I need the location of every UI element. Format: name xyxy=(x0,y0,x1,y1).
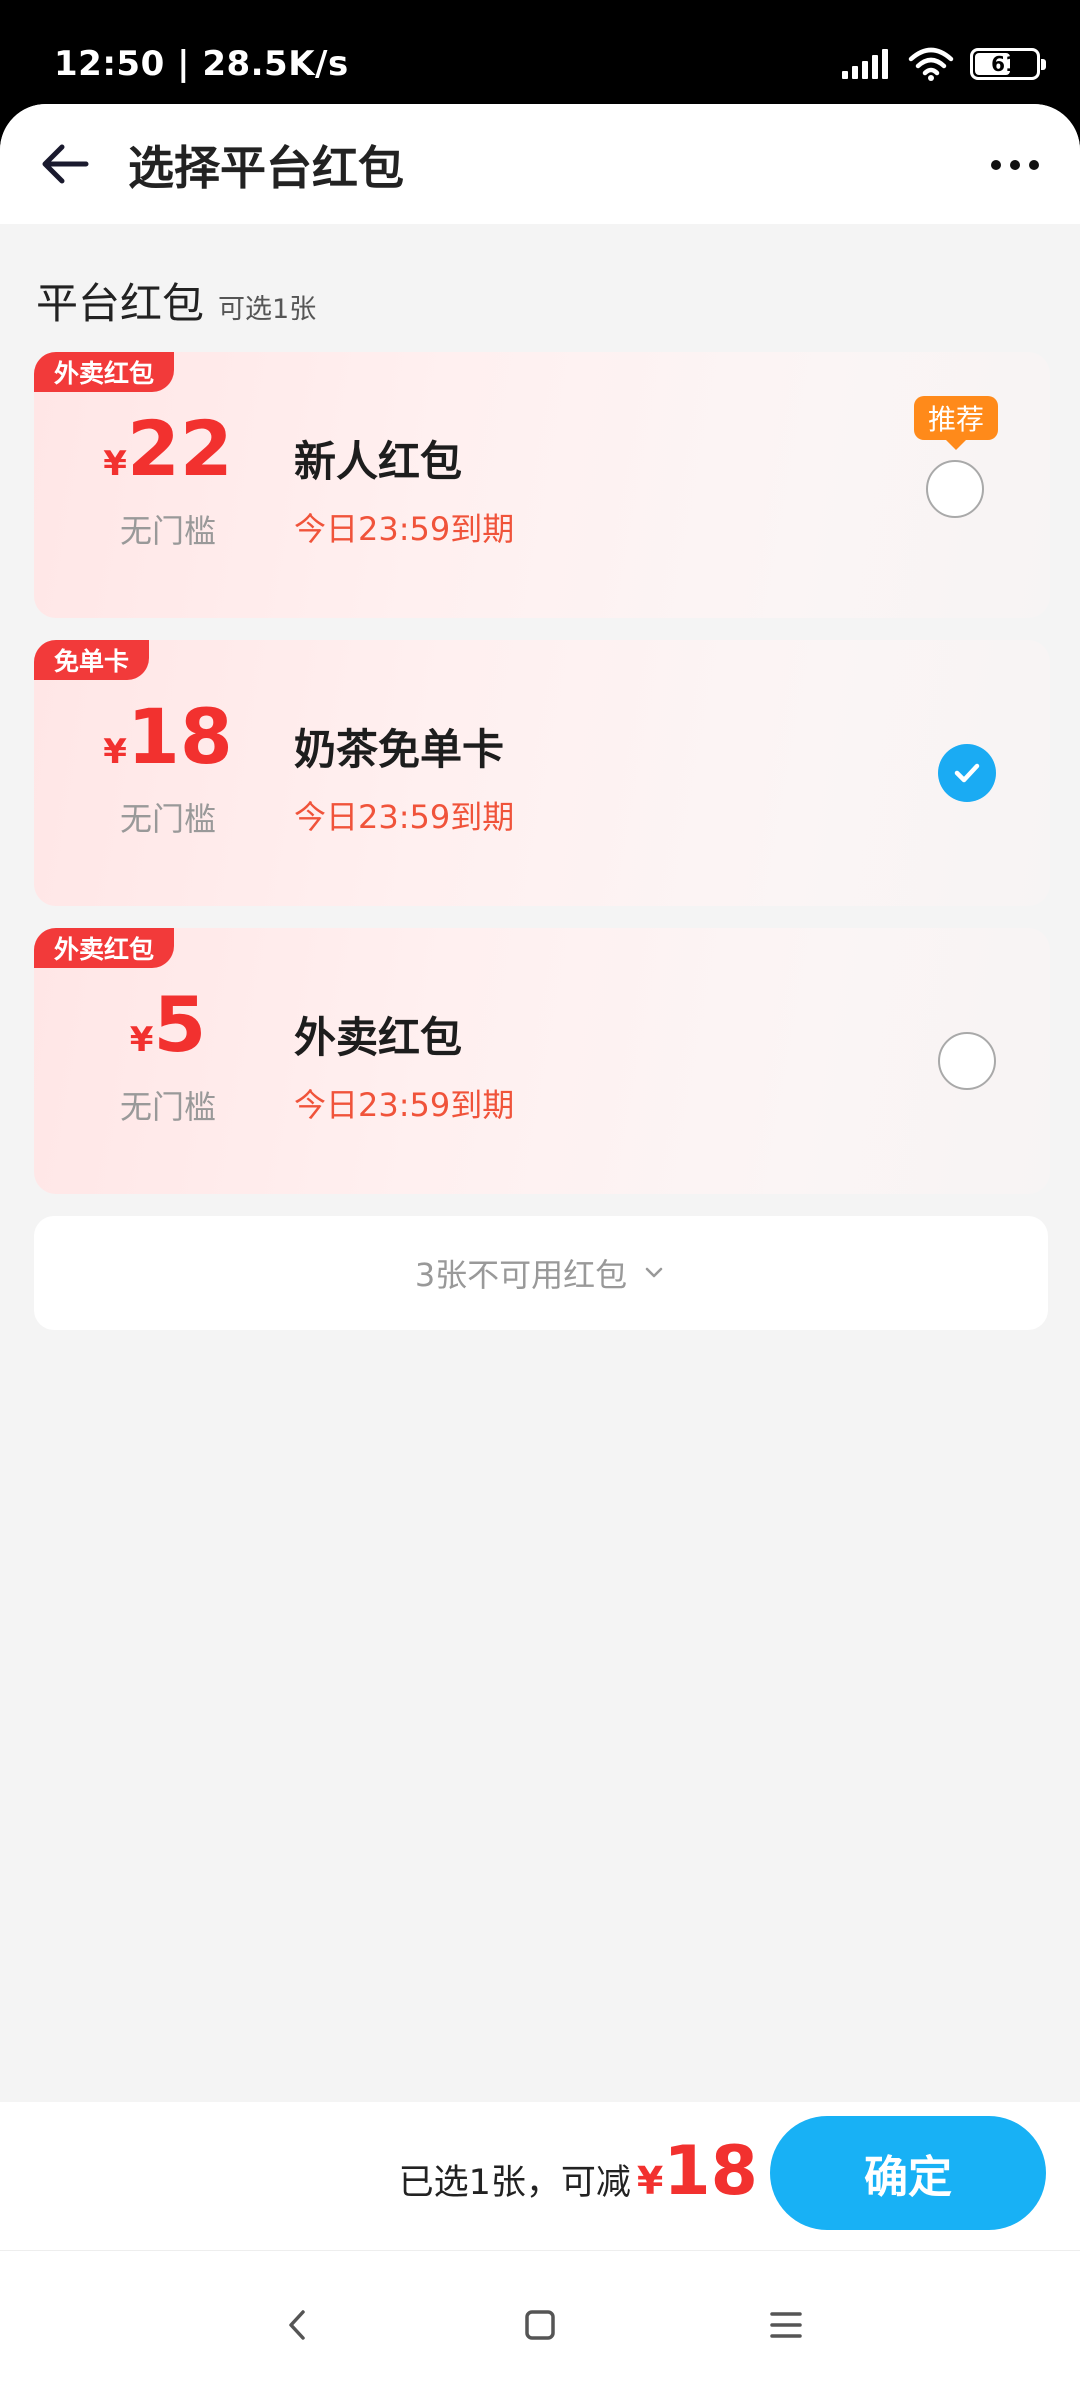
status-icons: 61 xyxy=(842,46,1046,82)
status-time: 12:50 | 28.5K/s xyxy=(54,44,349,84)
check-icon xyxy=(954,763,980,783)
more-dot xyxy=(1029,160,1039,170)
nav-home-icon xyxy=(525,2310,555,2340)
coupon-radio-checked[interactable] xyxy=(938,744,996,802)
amount-value: 22 xyxy=(126,404,233,493)
more-dot xyxy=(1010,160,1020,170)
battery-icon: 61 xyxy=(970,48,1046,80)
more-button[interactable] xyxy=(980,140,1050,190)
coupon-radio[interactable] xyxy=(938,1032,996,1090)
summary-currency: ¥ xyxy=(636,2159,664,2203)
section-header: 平台红包 可选1张 xyxy=(36,270,316,331)
page-title: 选择平台红包 xyxy=(128,141,404,195)
section-title: 平台红包 xyxy=(36,279,205,328)
more-dots-icon xyxy=(991,160,1001,170)
summary-label: 已选1张，可减 xyxy=(398,2163,631,2203)
coupon-threshold: 无门槛 xyxy=(119,512,216,550)
coupon-threshold: 无门槛 xyxy=(119,1088,216,1126)
coupon-card-takeout[interactable]: 外卖红包 ¥5 无门槛 外卖红包 今日23:59到期 xyxy=(34,928,1050,1194)
coupon-tag: 外卖红包 xyxy=(34,352,175,392)
nav-back-icon xyxy=(289,2310,305,2340)
back-button[interactable] xyxy=(36,134,96,194)
recommend-badge: 推荐 xyxy=(913,396,998,450)
system-nav-bar xyxy=(0,2250,1080,2400)
coupon-card-new-user[interactable]: 外卖红包 ¥22 无门槛 新人红包 今日23:59到期 推荐 xyxy=(34,352,1050,618)
coupon-expire: 今日23:59到期 xyxy=(294,798,515,836)
unavailable-label: 3张不可用红包 xyxy=(414,1256,628,1294)
currency-symbol: ¥ xyxy=(129,1020,154,1060)
bottom-bar: 已选1张，可减 ¥ 18 确定 xyxy=(0,2102,1080,2250)
nav-home-button[interactable] xyxy=(500,2285,580,2365)
coupon-amount: ¥18 xyxy=(68,692,268,781)
status-bar: 12:50 | 28.5K/s 61 xyxy=(0,0,1080,104)
coupon-tag: 免单卡 xyxy=(34,640,150,680)
battery-text: 61 xyxy=(991,52,1019,76)
coupon-radio[interactable] xyxy=(926,460,984,518)
chevron-down-icon xyxy=(645,1267,663,1278)
coupon-name: 外卖红包 xyxy=(294,1013,463,1062)
selection-summary: 已选1张，可减 ¥ 18 xyxy=(399,2132,758,2211)
coupon-expire: 今日23:59到期 xyxy=(294,1086,515,1124)
arrow-left-icon xyxy=(42,144,89,184)
amount-value: 5 xyxy=(153,980,207,1069)
section-hint: 可选1张 xyxy=(218,294,317,325)
summary-discount: 18 xyxy=(663,2132,758,2211)
coupon-tag: 外卖红包 xyxy=(34,928,175,968)
unavailable-coupons-toggle[interactable]: 3张不可用红包 xyxy=(34,1216,1048,1330)
nav-back-button[interactable] xyxy=(258,2285,338,2365)
wifi-icon xyxy=(908,47,954,81)
app-surface: 选择平台红包 平台红包 可选1张 外卖红包 ¥22 无门槛 新人红包 今日23:… xyxy=(0,104,1080,2400)
coupon-name: 奶茶免单卡 xyxy=(294,725,505,774)
currency-symbol: ¥ xyxy=(103,444,127,484)
amount-value: 18 xyxy=(126,692,233,781)
coupon-amount: ¥22 xyxy=(68,404,268,493)
signal-icon xyxy=(842,49,888,79)
screen: 12:50 | 28.5K/s 61 选择平台红包 平台红包 可选1张 外卖红包… xyxy=(0,0,1080,2400)
nav-menu-icon xyxy=(770,2312,802,2338)
confirm-button[interactable]: 确定 xyxy=(770,2116,1046,2230)
coupon-threshold: 无门槛 xyxy=(119,800,216,838)
coupon-card-milk-tea[interactable]: 免单卡 ¥18 无门槛 奶茶免单卡 今日23:59到期 xyxy=(34,640,1050,906)
currency-symbol: ¥ xyxy=(103,732,127,772)
nav-menu-button[interactable] xyxy=(746,2285,826,2365)
coupon-amount: ¥5 xyxy=(68,980,268,1069)
coupon-expire: 今日23:59到期 xyxy=(294,510,515,548)
coupon-name: 新人红包 xyxy=(294,437,463,486)
header: 选择平台红包 xyxy=(0,104,1080,224)
